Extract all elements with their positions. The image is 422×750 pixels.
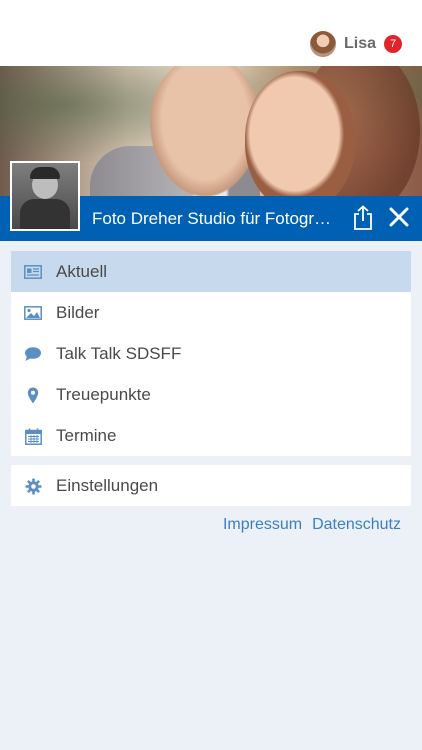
image-icon — [24, 304, 42, 322]
menu-item-bilder[interactable]: Bilder — [11, 292, 411, 333]
share-icon[interactable] — [351, 205, 375, 231]
location-pin-icon — [24, 386, 42, 404]
studio-title: Foto Dreher Studio für Fotogr… — [92, 209, 332, 228]
menu-item-treuepunkte[interactable]: Treuepunkte — [11, 374, 411, 415]
datenschutz-link[interactable]: Datenschutz — [312, 516, 401, 534]
chat-bubble-icon — [24, 345, 42, 363]
top-bar: Lisa 7 — [0, 0, 422, 66]
menu-label-treuepunkte: Treuepunkte — [56, 384, 151, 404]
user-name[interactable]: Lisa — [344, 35, 376, 53]
menu-item-einstellungen[interactable]: Einstellungen — [11, 465, 411, 506]
menu-label-termine: Termine — [56, 425, 117, 445]
gear-icon — [24, 477, 42, 495]
impressum-link[interactable]: Impressum — [223, 516, 302, 534]
settings-menu: Einstellungen — [11, 465, 411, 506]
close-icon[interactable] — [389, 207, 409, 227]
menu-label-bilder: Bilder — [56, 302, 100, 322]
menu-label-einstellungen: Einstellungen — [56, 475, 159, 495]
user-profile[interactable]: Lisa 7 — [309, 30, 402, 58]
user-avatar[interactable] — [309, 31, 336, 57]
menu-label-talk: Talk Talk SDSFF — [56, 343, 182, 363]
notification-badge[interactable]: 7 — [384, 35, 402, 53]
newspaper-icon — [24, 263, 42, 281]
footer-links: Impressum Datenschutz — [223, 516, 401, 534]
menu-item-termine[interactable]: Termine — [11, 415, 411, 456]
menu-item-aktuell[interactable]: Aktuell — [11, 251, 411, 292]
main-menu: Aktuell Bilder Talk Talk SDSFF Treuepunk… — [11, 251, 411, 456]
menu-item-talk[interactable]: Talk Talk SDSFF — [11, 333, 411, 374]
calendar-icon — [24, 427, 42, 445]
menu-label-aktuell: Aktuell — [56, 261, 108, 281]
studio-profile-image[interactable] — [10, 161, 80, 231]
